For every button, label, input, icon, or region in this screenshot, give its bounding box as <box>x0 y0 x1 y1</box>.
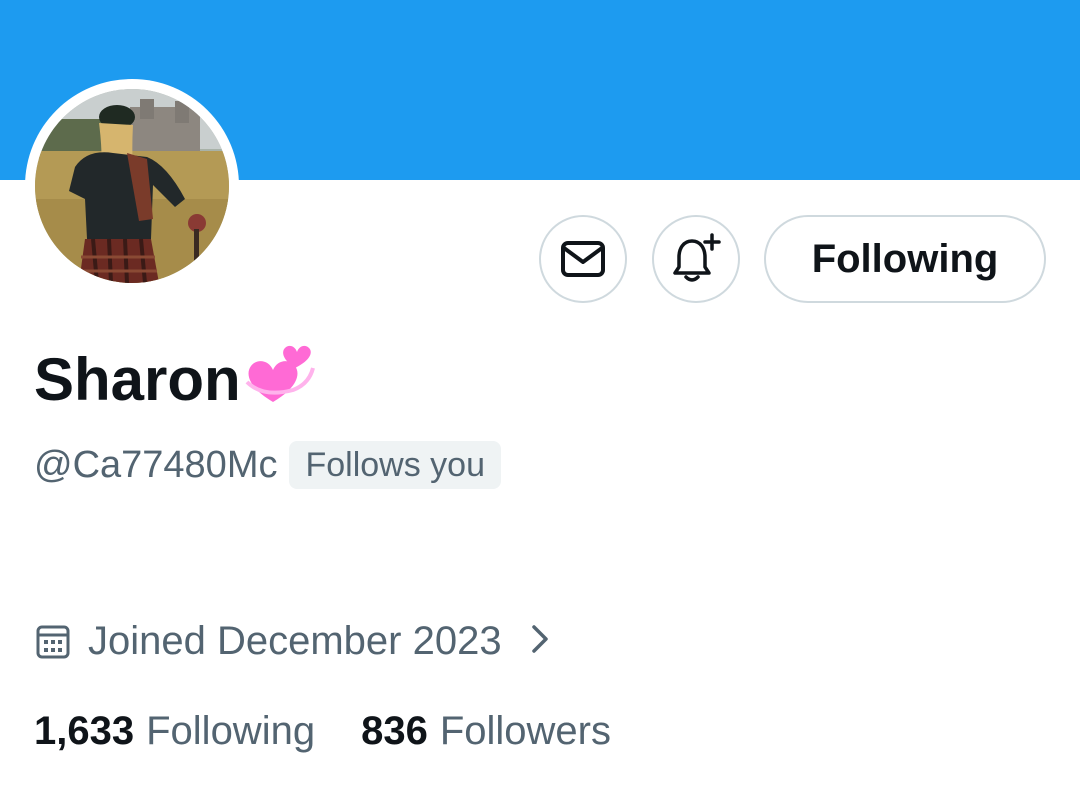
notifications-button[interactable] <box>652 215 740 303</box>
calendar-icon <box>36 625 70 659</box>
follow-stats: 1,633 Following 836 Followers <box>34 702 611 760</box>
follows-you-badge: Follows you <box>289 441 501 489</box>
display-name: Sharon <box>34 338 317 422</box>
avatar[interactable] <box>35 89 229 283</box>
followers-label: Followers <box>439 708 611 753</box>
following-button[interactable]: Following <box>764 215 1046 303</box>
chevron-right-icon[interactable] <box>530 623 550 660</box>
handle-row: @Ca77480Mc Follows you <box>34 440 501 490</box>
followers-stat[interactable]: 836 Followers <box>361 709 611 754</box>
user-handle: @Ca77480Mc <box>34 443 278 486</box>
bell-plus-icon <box>673 233 721 282</box>
following-stat[interactable]: 1,633 Following <box>34 709 315 754</box>
joined-date-row[interactable]: Joined December 2023 <box>36 612 550 670</box>
avatar-photo <box>35 89 229 283</box>
following-count: 1,633 <box>34 708 135 753</box>
envelope-icon <box>561 241 605 277</box>
joined-date-text: Joined December 2023 <box>88 618 502 663</box>
message-button[interactable] <box>539 215 627 303</box>
two-hearts-icon <box>243 338 317 422</box>
followers-count: 836 <box>361 708 428 753</box>
display-name-text: Sharon <box>34 346 241 413</box>
following-label: Following <box>146 708 316 753</box>
